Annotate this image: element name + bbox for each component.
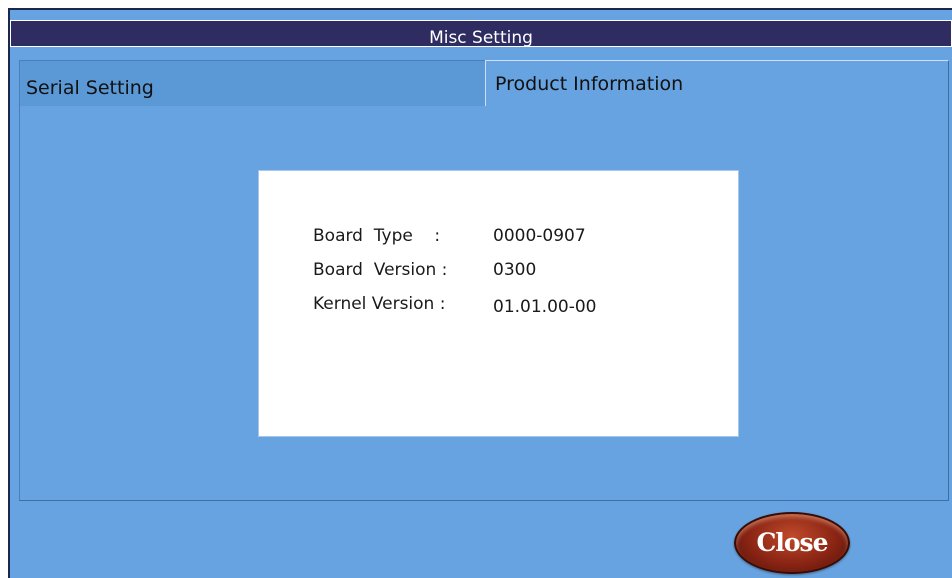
board-version-value: 0300 (493, 260, 537, 280)
board-type-value: 0000-0907 (493, 226, 586, 246)
kernel-version-value: 01.01.00-00 (493, 297, 597, 317)
board-type-label: Board Type : (313, 226, 441, 246)
tab-product-information[interactable]: Product Information (485, 60, 949, 106)
window-title: Misc Setting (10, 20, 952, 47)
board-version-label: Board Version : (313, 260, 448, 280)
close-button[interactable]: Close (734, 512, 850, 574)
kernel-version-label: Kernel Version : (313, 294, 446, 314)
tab-serial-setting[interactable]: Serial Setting (19, 60, 485, 106)
product-info-card: Board Type : 0000-0907 Board Version : 0… (258, 170, 739, 437)
